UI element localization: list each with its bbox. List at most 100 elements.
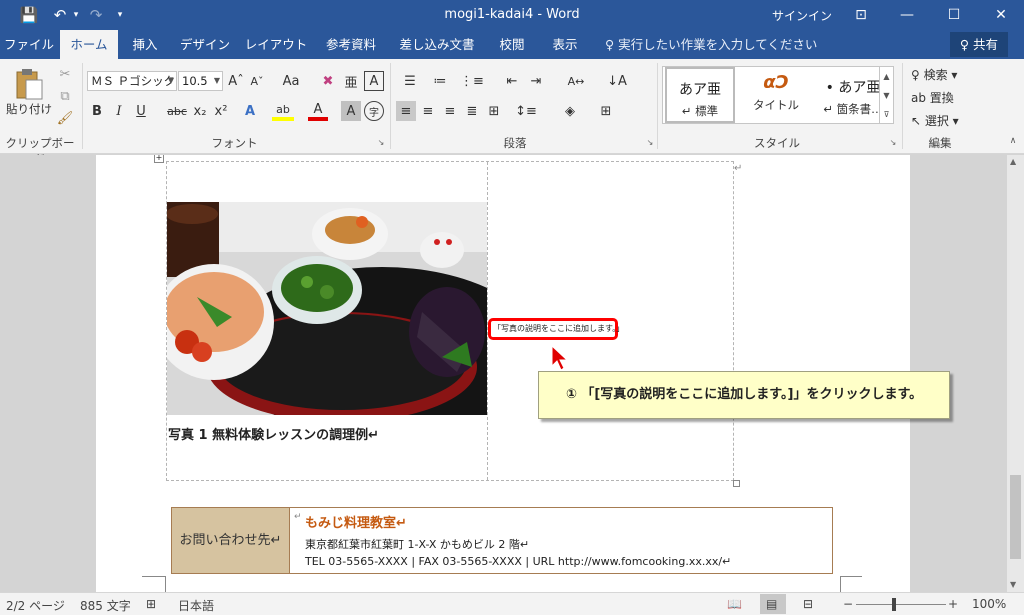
copy-icon[interactable]: ⧉ (55, 87, 75, 105)
scroll-up-icon[interactable]: ▲ (1010, 157, 1016, 166)
italic-button[interactable]: I (109, 101, 129, 121)
tab-design[interactable]: デザイン (172, 30, 238, 59)
caption-placeholder[interactable]: 「写真の説明をここに追加します。」 (488, 318, 624, 340)
tab-layout[interactable]: レイアウト (240, 30, 312, 59)
style-title[interactable]: αↃ タイトル (741, 67, 811, 123)
select-button[interactable]: ↖ 選択 ▾ (911, 112, 959, 129)
signin-link[interactable]: サインイン (772, 7, 832, 24)
enclose-characters-button[interactable]: 字 (364, 101, 384, 121)
style-preview: αↃ (763, 72, 789, 93)
strikethrough-button[interactable]: abc (164, 101, 190, 121)
shading-icon[interactable]: ◈ (556, 101, 584, 121)
bold-button[interactable]: B (87, 101, 107, 121)
word-count[interactable]: 885 文字 (80, 597, 131, 614)
document-area: + 写真 1 無料体験レッスンの調理例↵ 「写真の説明をここに追加します。」 ↵… (0, 155, 1007, 592)
font-name-select[interactable]: ＭＳ Ｐゴシック ▼ (87, 71, 177, 91)
scroll-down-icon[interactable]: ▼ (1010, 580, 1016, 589)
chevron-down-icon: ▼ (167, 76, 174, 85)
page-count[interactable]: 2/2 ページ (6, 597, 65, 614)
align-right-icon[interactable]: ≡ (440, 101, 460, 121)
styles-scroll[interactable]: ▲ ▼ ⊽ (879, 66, 894, 124)
contact-label: お問い合わせ先↵ (172, 508, 290, 573)
font-name-value: ＭＳ Ｐゴシック (91, 74, 176, 88)
align-center-icon[interactable]: ≡ (418, 101, 438, 121)
collapse-ribbon-icon[interactable]: ∧ (1006, 135, 1020, 147)
style-normal[interactable]: あア亜 ↵ 標準 (665, 67, 735, 123)
shrink-font-button[interactable]: Aˇ (247, 71, 267, 91)
minimize-button[interactable]: — (884, 0, 930, 30)
chevron-down-icon: ▼ (213, 76, 220, 85)
style-preview: あア亜 (679, 82, 721, 98)
tab-mailings[interactable]: 差し込み文書 (390, 30, 484, 59)
editing-group-label: 編集 (928, 136, 952, 150)
zoom-slider-track[interactable] (856, 604, 946, 605)
increase-indent-icon[interactable]: ⇥ (526, 71, 546, 91)
text-effects-button[interactable]: A (240, 101, 260, 121)
decrease-indent-icon[interactable]: ⇤ (502, 71, 522, 91)
justify-icon[interactable]: ≣ (462, 101, 482, 121)
food-photo[interactable] (167, 202, 487, 415)
character-border-button[interactable]: A (364, 71, 384, 91)
photo-table: 写真 1 無料体験レッスンの調理例↵ 「写真の説明をここに追加します。」 (166, 161, 734, 481)
table-resize-handle[interactable] (733, 480, 740, 487)
font-group-label: フォント (211, 136, 258, 150)
sort-icon[interactable]: ↓A (606, 71, 628, 91)
maximize-button[interactable]: ☐ (931, 0, 977, 30)
tab-references[interactable]: 参考資料 (314, 30, 388, 59)
clear-formatting-button[interactable]: ✖ (318, 71, 338, 91)
find-button[interactable]: ♀ 検索 ▾ (911, 66, 957, 83)
grow-font-button[interactable]: Aˆ (226, 71, 246, 91)
align-left-icon[interactable]: ≡ (396, 101, 416, 121)
underline-button[interactable]: U (131, 101, 151, 121)
font-size-value: 10.5 (182, 74, 208, 88)
page-margin-mark (142, 576, 166, 592)
format-painter-icon[interactable]: 🖌 (55, 109, 75, 127)
tab-view[interactable]: 表示 (540, 30, 590, 59)
read-mode-icon[interactable]: 📖 (727, 597, 742, 611)
character-shading-button[interactable]: A (341, 101, 361, 121)
tab-file[interactable]: ファイル (0, 30, 58, 59)
phonetic-guide-button[interactable]: 亜 (341, 71, 361, 91)
share-button[interactable]: ♀ 共有 (950, 32, 1008, 57)
close-button[interactable]: ✕ (978, 0, 1024, 30)
tab-home[interactable]: ホーム (60, 30, 118, 59)
tell-me-input[interactable]: ♀ 実行したい作業を入力してください (605, 30, 817, 59)
subscript-button[interactable]: x₂ (190, 101, 210, 121)
zoom-slider-thumb[interactable] (892, 598, 896, 611)
styles-dialog-launcher-icon[interactable]: ↘ (888, 137, 898, 147)
table-move-handle-icon[interactable]: + (154, 155, 164, 163)
bullets-icon[interactable]: ☰ (396, 71, 424, 91)
borders-icon[interactable]: ⊞ (592, 101, 620, 121)
replace-button[interactable]: ab 置換 (911, 89, 954, 106)
zoom-level[interactable]: 100% (972, 597, 1006, 611)
ribbon-display-options-icon[interactable]: ⊡ (838, 0, 884, 30)
vertical-scrollbar[interactable]: ▲ ▼ (1007, 155, 1024, 592)
superscript-button[interactable]: x² (211, 101, 231, 121)
document-page: + 写真 1 無料体験レッスンの調理例↵ 「写真の説明をここに追加します。」 ↵… (96, 155, 950, 592)
language-indicator[interactable]: 日本語 (178, 597, 214, 614)
tab-insert[interactable]: 挿入 (120, 30, 170, 59)
multilevel-list-icon[interactable]: ⋮≡ (456, 71, 488, 91)
font-dialog-launcher-icon[interactable]: ↘ (376, 137, 386, 147)
font-size-select[interactable]: 10.5 ▼ (178, 71, 223, 91)
zoom-out-button[interactable]: − (843, 597, 853, 611)
change-case-button[interactable]: Aa (276, 71, 306, 91)
scroll-thumb[interactable] (1010, 475, 1021, 559)
cut-icon[interactable]: ✂ (55, 65, 75, 83)
web-layout-icon[interactable]: ⊟ (803, 597, 813, 611)
paste-button[interactable]: 貼り付け (6, 101, 52, 117)
proofing-icon[interactable]: ⊞ (146, 597, 156, 611)
zoom-in-button[interactable]: + (948, 597, 958, 611)
numbering-icon[interactable]: ≔ (426, 71, 454, 91)
font-color-button[interactable]: A (308, 101, 328, 121)
highlight-button[interactable]: ab (272, 101, 294, 121)
line-spacing-icon[interactable]: ↕≡ (512, 101, 540, 121)
contact-table: お問い合わせ先↵ ↵ もみじ料理教室↵ 東京都紅葉市紅葉町 1-X-X かもめビ… (171, 507, 833, 574)
tab-review[interactable]: 校閲 (486, 30, 538, 59)
paste-icon[interactable] (14, 67, 44, 101)
distributed-icon[interactable]: ⊞ (484, 101, 504, 121)
paragraph-dialog-launcher-icon[interactable]: ↘ (645, 137, 655, 147)
print-layout-glyph-icon: ▤ (766, 597, 778, 611)
styles-group-label: スタイル (754, 136, 800, 150)
text-direction-icon[interactable]: A↔ (560, 71, 592, 91)
